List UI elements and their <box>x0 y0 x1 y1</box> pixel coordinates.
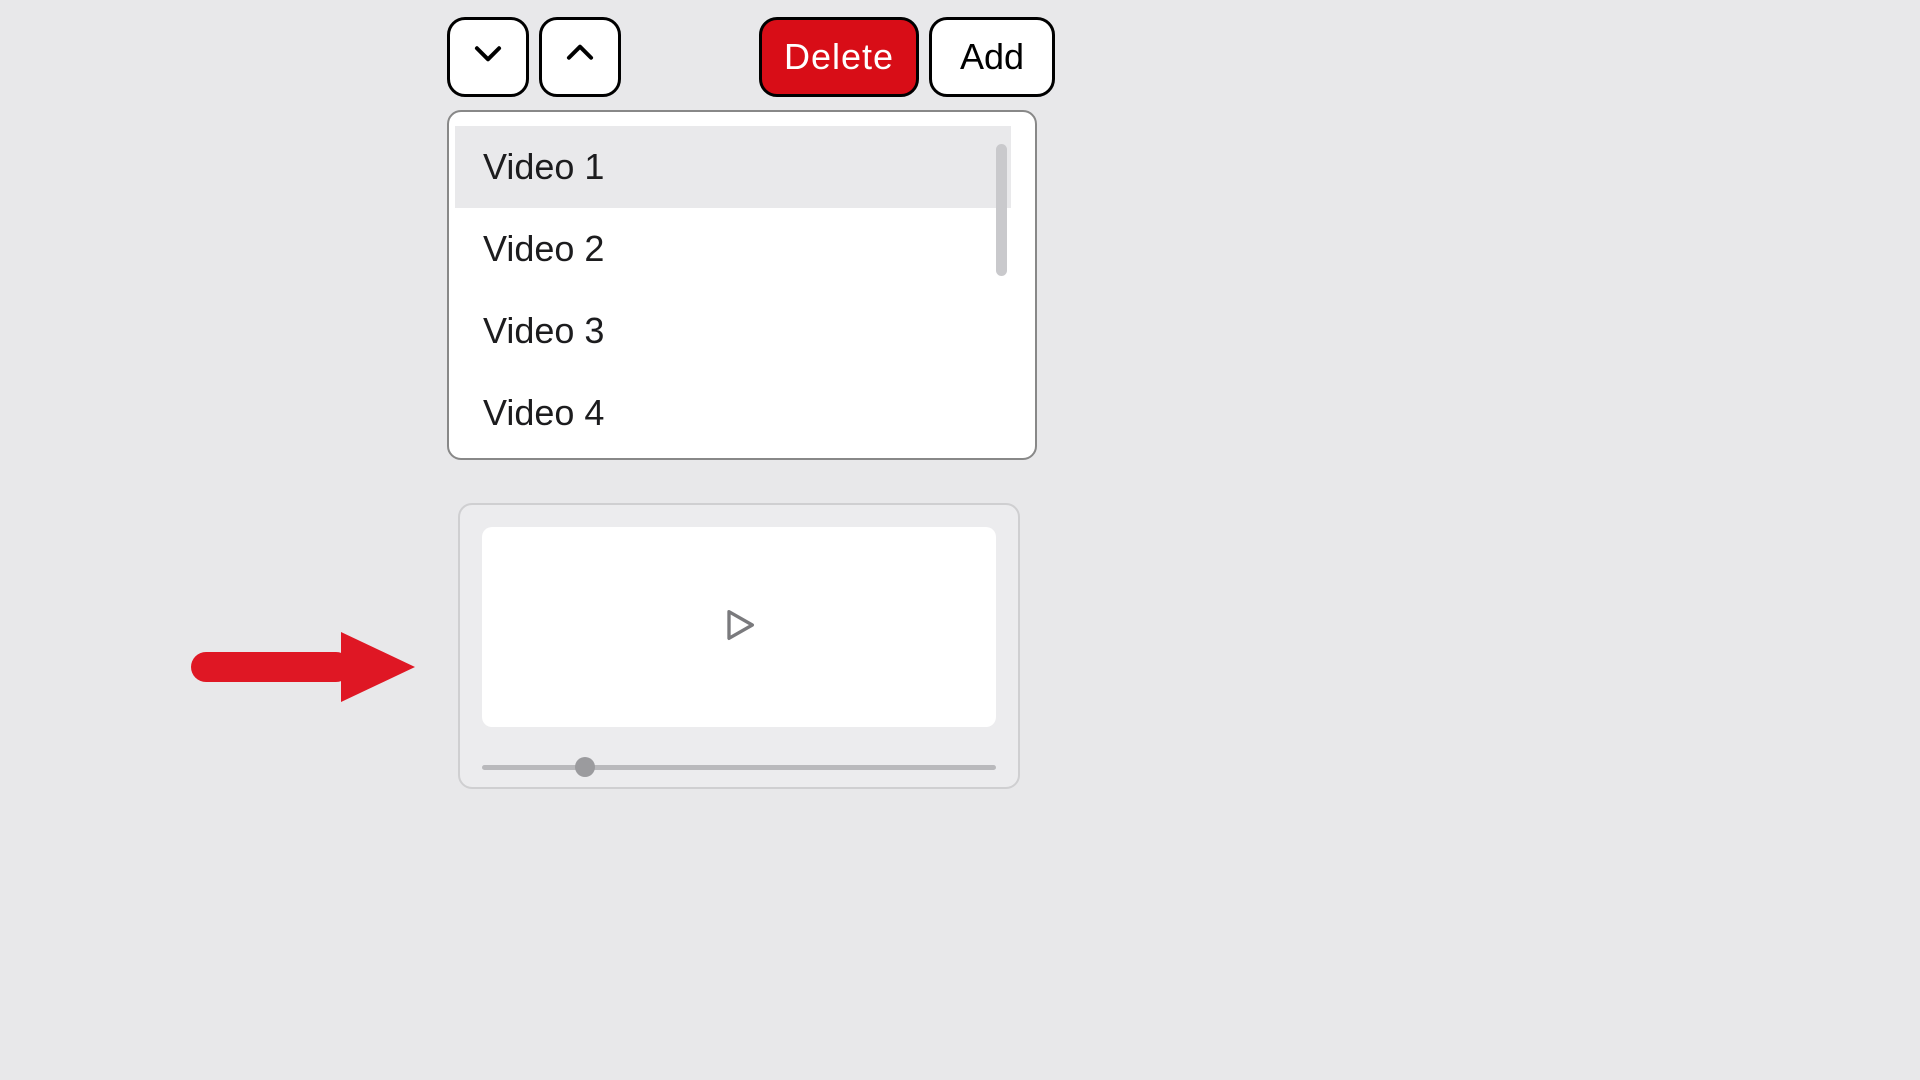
video-list[interactable]: Video 1 Video 2 Video 3 Video 4 <box>449 126 1035 458</box>
toolbar: Delete Add <box>447 17 1055 97</box>
play-icon <box>719 605 759 650</box>
video-player-panel <box>458 503 1020 789</box>
delete-button[interactable]: Delete <box>759 17 919 97</box>
progress-slider[interactable] <box>482 757 996 777</box>
slider-thumb[interactable] <box>575 757 595 777</box>
chevron-down-icon <box>469 34 507 81</box>
scrollbar-thumb[interactable] <box>996 144 1007 276</box>
chevron-up-icon <box>561 34 599 81</box>
add-button[interactable]: Add <box>929 17 1055 97</box>
video-list-panel: Video 1 Video 2 Video 3 Video 4 <box>447 110 1037 460</box>
move-up-button[interactable] <box>539 17 621 97</box>
slider-track <box>482 765 996 770</box>
list-item[interactable]: Video 1 <box>455 126 1011 208</box>
arrow-right-icon <box>191 632 415 702</box>
list-item[interactable]: Video 4 <box>455 372 1011 454</box>
list-item[interactable]: Video 3 <box>455 290 1011 372</box>
move-down-button[interactable] <box>447 17 529 97</box>
list-item[interactable]: Video 2 <box>455 208 1011 290</box>
video-screen[interactable] <box>482 527 996 727</box>
